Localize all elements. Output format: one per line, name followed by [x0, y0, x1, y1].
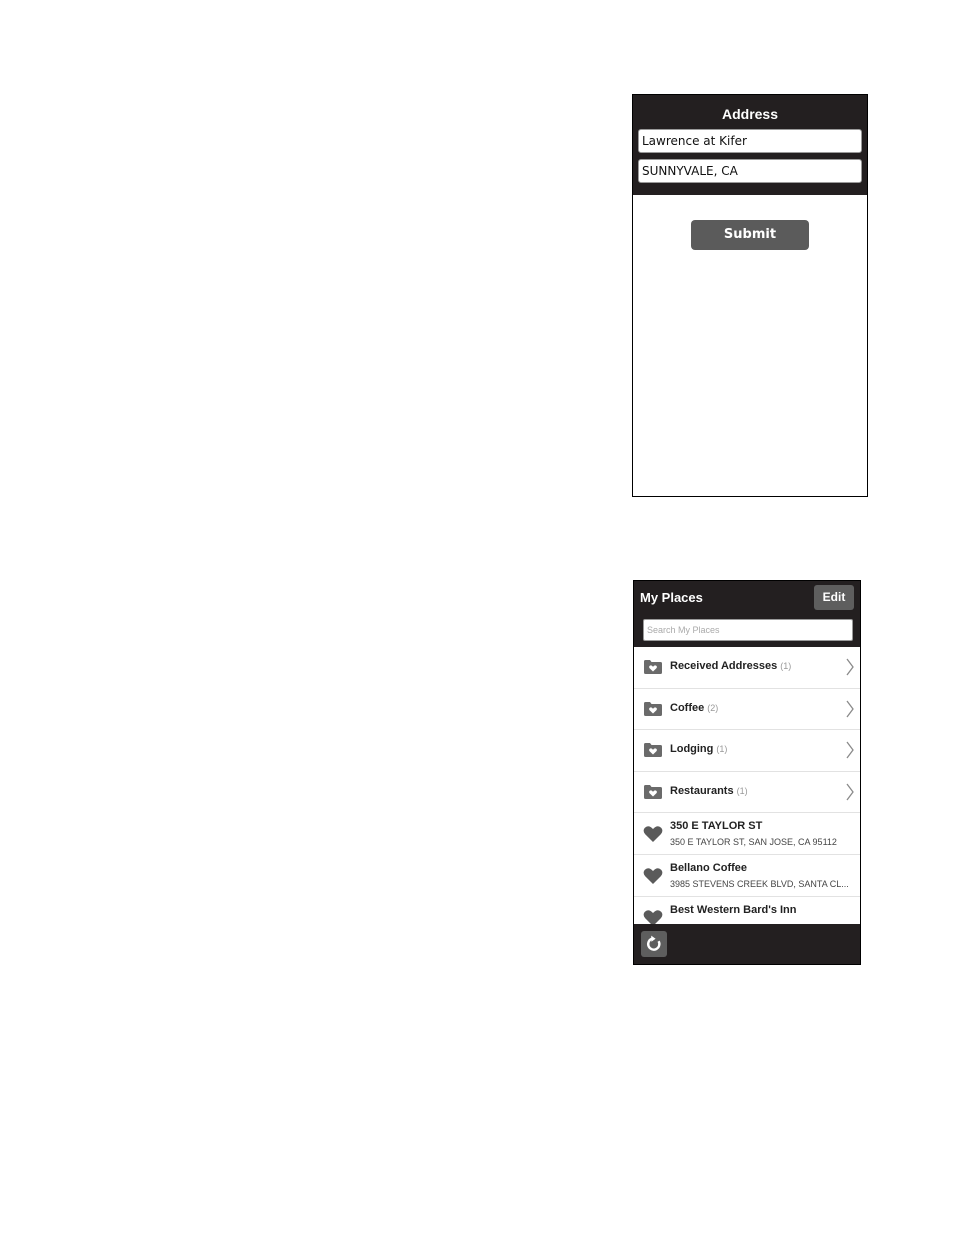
- folder-label: Lodging (1): [670, 743, 728, 756]
- heart-icon: [643, 868, 663, 884]
- submit-button[interactable]: Submit: [691, 220, 809, 250]
- address-header: Address Lawrence at Kifer SUNNYVALE, CA: [633, 95, 867, 195]
- place-address: 350 E TAYLOR ST, SAN JOSE, CA 95112: [670, 837, 837, 848]
- city-state-input[interactable]: SUNNYVALE, CA: [638, 159, 862, 183]
- heart-icon: [643, 909, 663, 924]
- address-title: Address: [721, 106, 779, 122]
- folder-heart-icon: [644, 784, 662, 799]
- chevron-right-icon: [846, 741, 854, 759]
- place-row[interactable]: Best Western Bard's Inn: [634, 897, 860, 924]
- folder-heart-icon: [644, 660, 662, 674]
- street-input[interactable]: Lawrence at Kifer: [638, 129, 862, 153]
- my-places-screen: My Places Edit Received Addresses(1): [633, 580, 861, 965]
- bottom-toolbar: [634, 924, 860, 964]
- chevron-right-icon: [846, 783, 854, 801]
- folder-heart-icon: [644, 701, 662, 716]
- folder-count: (1): [736, 785, 748, 796]
- place-row[interactable]: 350 E TAYLOR ST 350 E TAYLOR ST, SAN JOS…: [634, 813, 860, 855]
- refresh-icon: [646, 935, 661, 951]
- place-name: 350 E TAYLOR ST: [670, 820, 763, 833]
- folder-label: Restaurants (1): [670, 784, 748, 797]
- places-list[interactable]: Received Addresses (1) Coffee (2) Lodgin…: [634, 647, 860, 924]
- folder-row-restaurants[interactable]: Restaurants (1): [634, 772, 860, 814]
- chevron-right-icon: [846, 658, 854, 676]
- page: Address Lawrence at Kifer SUNNYVALE, CA …: [0, 0, 954, 1235]
- search-input[interactable]: [643, 619, 853, 641]
- folder-count: (1): [780, 661, 792, 671]
- heart-icon: [643, 826, 663, 843]
- folder-label: Received Addresses (1): [670, 660, 792, 672]
- my-places-header: My Places Edit: [634, 581, 860, 647]
- chevron-right-icon: [846, 700, 854, 717]
- place-row[interactable]: Bellano Coffee 3985 STEVENS CREEK BLVD, …: [634, 855, 860, 897]
- folder-label: Coffee (2): [670, 701, 719, 714]
- page-title: My Places: [640, 590, 703, 605]
- refresh-button[interactable]: [641, 931, 667, 957]
- address-body: Submit: [633, 195, 867, 496]
- place-name: Bellano Coffee: [670, 861, 748, 874]
- folder-row-lodging[interactable]: Lodging (1): [634, 730, 860, 772]
- folder-count: (1): [716, 744, 728, 755]
- place-name: Best Western Bard's Inn: [670, 903, 797, 916]
- folder-row-received-addresses[interactable]: Received Addresses (1): [634, 647, 860, 689]
- folder-count: (2): [707, 702, 719, 713]
- place-address: 3985 STEVENS CREEK BLVD, SANTA CL...: [670, 878, 849, 889]
- edit-button[interactable]: Edit: [814, 585, 854, 610]
- address-screen: Address Lawrence at Kifer SUNNYVALE, CA …: [632, 94, 868, 497]
- folder-row-coffee[interactable]: Coffee (2): [634, 689, 860, 731]
- folder-heart-icon: [644, 743, 662, 758]
